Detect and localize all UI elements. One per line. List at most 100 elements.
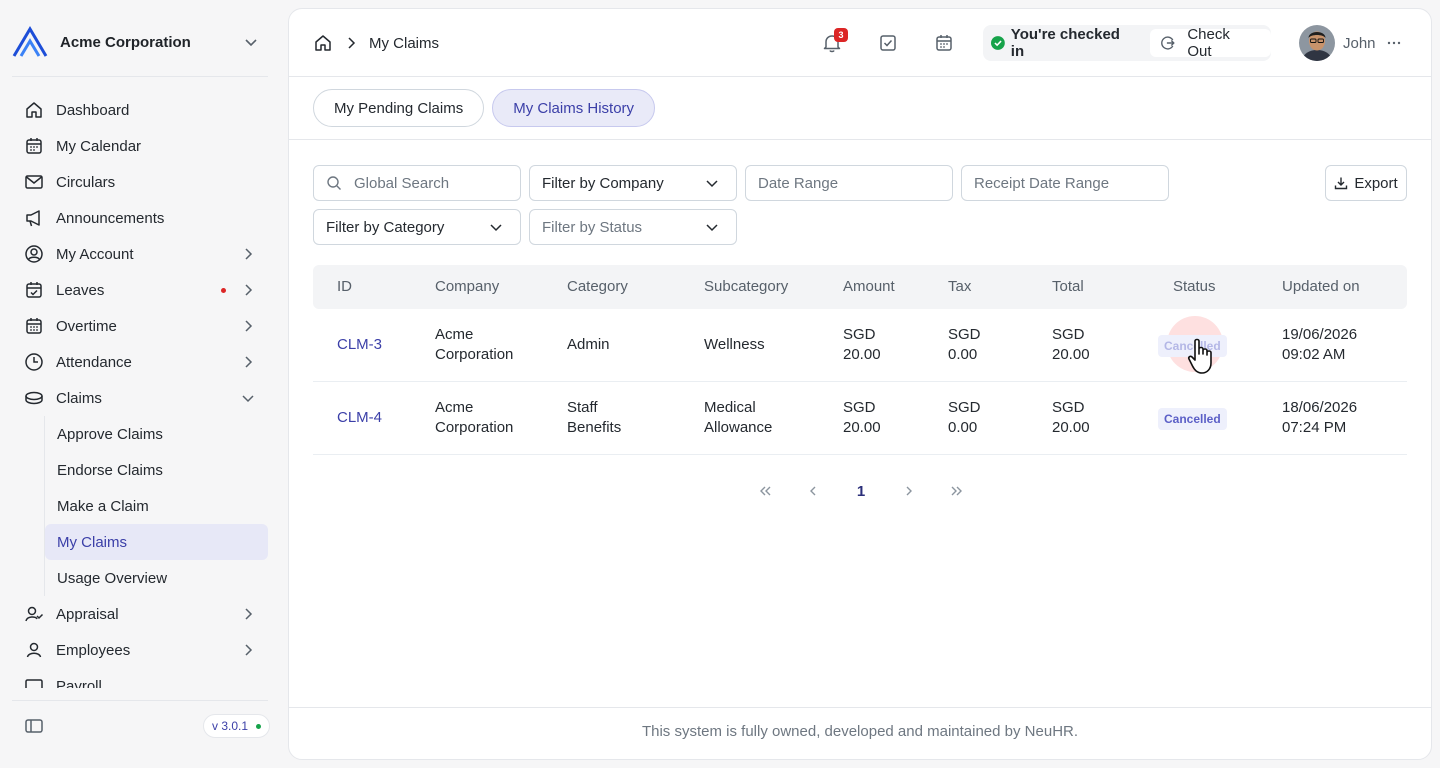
column-header-updated-on[interactable]: Updated on: [1282, 278, 1360, 295]
column-header-status[interactable]: Status: [1173, 278, 1216, 295]
sidebar-item-label: Leaves: [56, 281, 105, 299]
chevron-right-icon: [245, 356, 253, 368]
category-cell: Admin: [567, 335, 610, 355]
mail-icon: [25, 175, 43, 189]
sidebar-toggle-icon[interactable]: [24, 716, 44, 736]
first-page-button[interactable]: [755, 481, 775, 501]
chevron-down-icon: [706, 180, 718, 188]
tab-my-claims-history[interactable]: My Claims History: [492, 89, 656, 127]
company-line: Acme: [435, 399, 474, 416]
sidebar-item-payroll[interactable]: Payroll: [12, 668, 268, 688]
status-filter-select[interactable]: Filter by Status: [529, 209, 737, 245]
column-header-total[interactable]: Total: [1052, 278, 1084, 295]
user-menu[interactable]: John: [1299, 25, 1402, 61]
receipt-date-range-placeholder: Receipt Date Range: [974, 174, 1110, 192]
chevrons-right-icon: [951, 486, 962, 496]
checkin-panel: You're checked in Check Out: [983, 25, 1271, 61]
chevron-right-icon: [245, 644, 253, 656]
user-check-icon: [25, 606, 44, 622]
calendar-button[interactable]: [933, 32, 955, 54]
user-name: John: [1343, 34, 1376, 52]
checkin-status: You're checked in: [1010, 26, 1120, 60]
chevron-right-icon: [245, 608, 253, 620]
chevron-right-icon: [245, 320, 253, 332]
subcategory-cell: Wellness: [704, 335, 765, 355]
last-page-button[interactable]: [947, 481, 967, 501]
total-value: 20.00: [1052, 419, 1090, 436]
sidebar-item-label: Claims: [56, 389, 102, 407]
company-cell: Acme Corporation: [435, 398, 513, 438]
table-row[interactable]: CLM-4 Acme Corporation Staff Benefits Me…: [313, 382, 1407, 455]
column-header-amount[interactable]: Amount: [843, 278, 895, 295]
sidebar-item-claims[interactable]: Claims: [12, 380, 268, 416]
sidebar-item-make-a-claim[interactable]: Make a Claim: [45, 488, 268, 524]
column-header-id[interactable]: ID: [337, 278, 352, 295]
check-out-button[interactable]: Check Out: [1149, 26, 1271, 60]
sidebar-item-leaves[interactable]: Leaves: [12, 272, 268, 308]
column-header-tax[interactable]: Tax: [948, 278, 971, 295]
column-header-company[interactable]: Company: [435, 278, 499, 295]
chevron-down-icon[interactable]: [242, 33, 260, 51]
sidebar-item-announcements[interactable]: Announcements: [12, 200, 268, 236]
category-cell: Staff Benefits: [567, 398, 621, 438]
date-range-input[interactable]: Date Range: [745, 165, 953, 201]
claims-tabs: My Pending Claims My Claims History: [313, 89, 663, 127]
next-page-button[interactable]: [899, 481, 919, 501]
prev-page-button[interactable]: [803, 481, 823, 501]
version-badge: v 3.0.1: [203, 714, 271, 738]
check-circle-icon: [991, 36, 1005, 50]
status-badge[interactable]: Cancelled: [1158, 408, 1227, 430]
sidebar-item-approve-claims[interactable]: Approve Claims: [45, 416, 268, 452]
company-line: Corporation: [435, 419, 514, 436]
hand-cursor-icon: [1187, 338, 1212, 374]
sidebar-item-label: Attendance: [56, 353, 132, 371]
home-icon[interactable]: [313, 33, 333, 53]
claim-id-link[interactable]: CLM-4: [337, 408, 382, 428]
more-horizontal-icon[interactable]: [1386, 35, 1402, 51]
sidebar-item-label: My Account: [56, 245, 134, 263]
export-label: Export: [1354, 174, 1398, 192]
tax-value: 0.00: [948, 419, 978, 436]
updated-date: 18/06/2026: [1282, 399, 1358, 416]
column-header-category[interactable]: Category: [567, 278, 628, 295]
subcategory-line: Wellness: [704, 336, 765, 353]
sidebar-item-dashboard[interactable]: Dashboard: [12, 92, 268, 128]
tab-my-pending-claims[interactable]: My Pending Claims: [313, 89, 485, 127]
footer-text: This system is fully owned, developed an…: [641, 723, 1079, 740]
claim-id-link[interactable]: CLM-3: [337, 335, 382, 355]
updated-on-cell: 18/06/2026 07:24 PM: [1282, 398, 1357, 438]
sidebar-item-my-claims[interactable]: My Claims: [45, 524, 268, 560]
company-filter-select[interactable]: Filter by Company: [529, 165, 737, 201]
sidebar-item-usage-overview[interactable]: Usage Overview: [45, 560, 268, 596]
updated-time: 07:24 PM: [1282, 419, 1347, 436]
category-filter-select[interactable]: Filter by Category: [313, 209, 521, 245]
tax-cell: SGD 0.00: [948, 325, 981, 365]
sidebar-item-appraisal[interactable]: Appraisal: [12, 596, 268, 632]
payroll-icon: [25, 679, 43, 688]
page-number-button[interactable]: 1: [851, 481, 871, 501]
export-button[interactable]: Export: [1325, 165, 1407, 201]
main-panel: My Claims 3 You're checked in Check Out: [288, 8, 1432, 760]
sidebar-item-my-account[interactable]: My Account: [12, 236, 268, 272]
sidebar-item-overtime[interactable]: Overtime: [12, 308, 268, 344]
coins-icon: [25, 391, 43, 405]
company-switcher[interactable]: Acme Corporation: [12, 24, 268, 60]
search-input[interactable]: Global Search: [313, 165, 521, 201]
receipt-date-range-input[interactable]: Receipt Date Range: [961, 165, 1169, 201]
sidebar-item-circulars[interactable]: Circulars: [12, 164, 268, 200]
column-header-subcategory[interactable]: Subcategory: [704, 278, 788, 295]
tax-value: 0.00: [948, 346, 978, 363]
notifications-button[interactable]: 3: [821, 28, 848, 54]
sidebar-item-employees[interactable]: Employees: [12, 632, 268, 668]
sidebar-item-my-calendar[interactable]: My Calendar: [12, 128, 268, 164]
chevron-right-icon: [245, 248, 253, 260]
sidebar-item-endorse-claims[interactable]: Endorse Claims: [45, 452, 268, 488]
chevron-down-icon: [490, 224, 502, 232]
tasks-button[interactable]: [877, 32, 899, 54]
unread-dot: [221, 287, 226, 293]
sidebar-item-attendance[interactable]: Attendance: [12, 344, 268, 380]
chevron-right-icon: [348, 37, 356, 49]
table-row[interactable]: CLM-3 Acme Corporation Admin Wellness SG…: [313, 309, 1407, 382]
sidebar-item-label: Circulars: [56, 173, 116, 191]
total-cell: SGD 20.00: [1052, 398, 1090, 438]
